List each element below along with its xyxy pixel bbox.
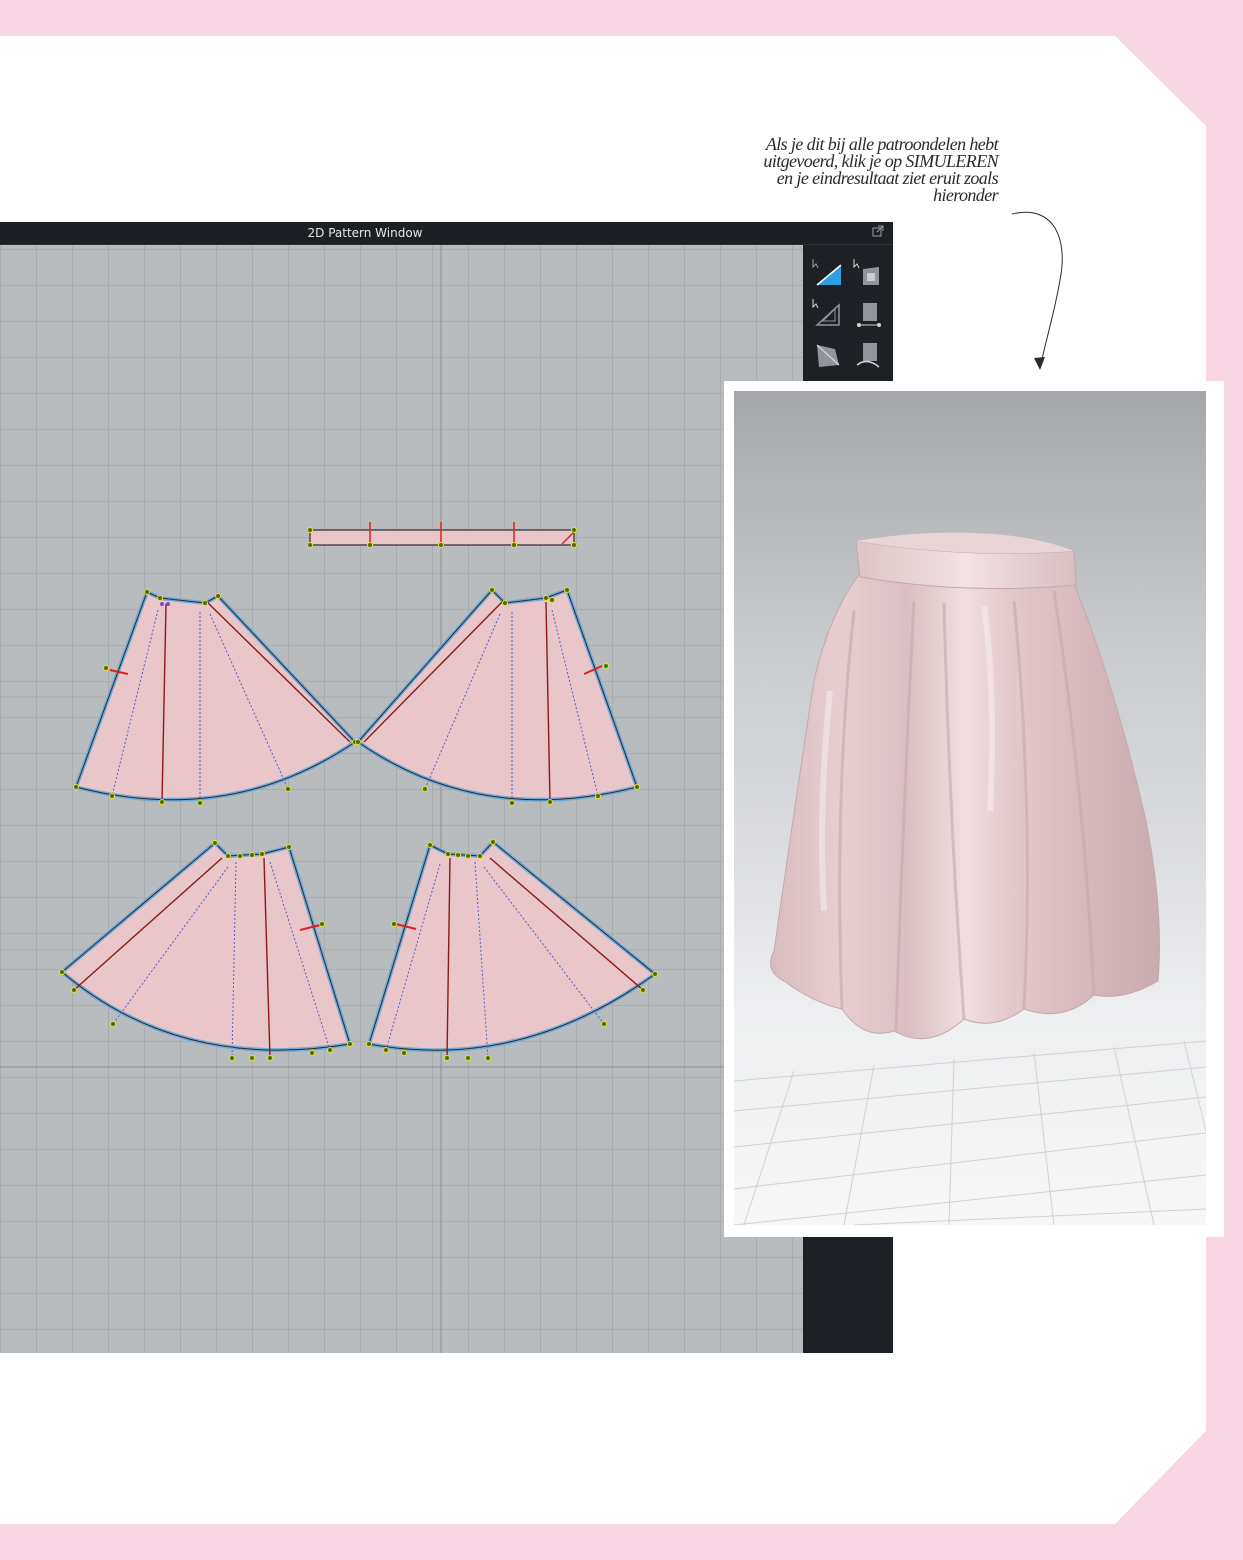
tool-edit-curvature[interactable] [849, 295, 887, 331]
tool-select-pattern[interactable] [809, 255, 847, 291]
caption-line-4: hieronder [933, 185, 999, 205]
window-titlebar: 2D Pattern Window [0, 222, 893, 245]
waistband-piece[interactable] [307, 522, 577, 548]
arrow-down-icon [1011, 211, 1063, 370]
tool-curve-point[interactable] [849, 337, 887, 373]
pattern-piece-front-right[interactable] [355, 587, 640, 806]
tool-transform-pattern[interactable] [849, 255, 887, 291]
tool-edit-pattern[interactable] [809, 295, 847, 331]
window-title: 2D Pattern Window [307, 226, 423, 240]
instruction-caption: Als je dit bij alle patroondelen hebt ui… [700, 135, 999, 205]
simulated-skirt [734, 532, 1206, 1225]
curve-point-icon [856, 343, 880, 368]
tool-polygon[interactable] [809, 337, 847, 373]
popout-icon[interactable] [872, 225, 884, 237]
polygon-icon [816, 344, 840, 367]
pattern-pieces [0, 245, 803, 1353]
edit-curvature-icon [857, 303, 881, 327]
floor-grid [734, 1040, 1206, 1225]
pattern-piece-front-left[interactable] [73, 589, 359, 806]
pattern-piece-back-right[interactable] [366, 839, 659, 1061]
transform-pattern-icon [853, 259, 879, 285]
pattern-piece-back-left[interactable] [58, 840, 353, 1061]
simulation-3d-view [734, 391, 1206, 1225]
edit-pattern-icon [812, 299, 840, 326]
select-pattern-icon [812, 259, 842, 286]
